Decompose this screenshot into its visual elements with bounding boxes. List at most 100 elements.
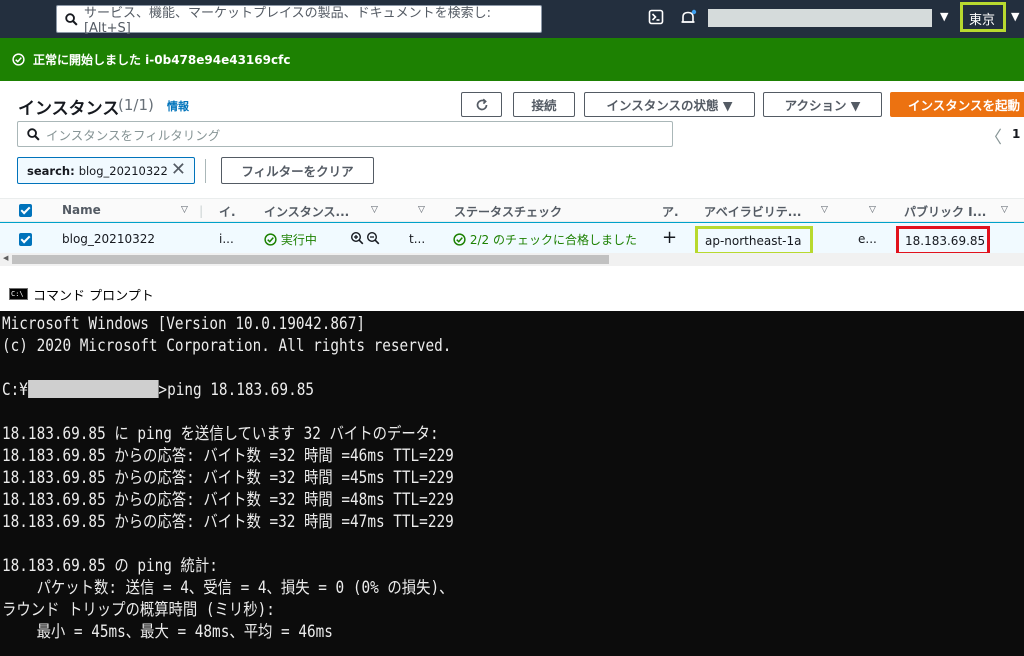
column-header-public-ip[interactable]: パブリック I... (904, 203, 986, 220)
success-flash-banner: 正常に開始しました i-0b478e94e43169cfc (0, 38, 1024, 81)
console-line: 18.183.69.85 からの応答: バイト数 =32 時間 =48ms TT… (2, 490, 454, 509)
account-caret-icon[interactable]: ▼ (940, 10, 948, 23)
global-search-input[interactable]: サービス、機能、マーケットプレイスの製品、ドキュメントを検索し: [Alt+S] (56, 5, 542, 36)
console-prompt-line: C:¥ >ping 18.183.69.85 (2, 379, 891, 401)
account-menu-redacted[interactable] (708, 9, 932, 27)
cloudshell-icon[interactable] (648, 9, 664, 29)
column-divider: | (199, 204, 204, 218)
table-header: Name ▽ | イ. インスタンス... ▽ ▽ ステータスチェック ア. ア… (0, 198, 1024, 222)
cell-public-dns: e... (858, 232, 877, 246)
region-caret-icon[interactable]: ▼ (1011, 10, 1019, 23)
launch-label: インスタンスを起動 (908, 98, 1021, 113)
sort-icon[interactable]: ▽ (181, 205, 188, 215)
connect-label: 接続 (531, 98, 557, 113)
command-prompt-titlebar: C:\ コマンド プロンプト (0, 278, 1024, 310)
token-key: search: (27, 163, 75, 178)
cell-public-ip[interactable]: 18.183.69.85 (905, 234, 985, 248)
instance-filter-input[interactable]: インスタンスをフィルタリング (17, 121, 673, 147)
region-label: 東京 (969, 13, 996, 28)
state-label: 実行中 (280, 233, 317, 247)
add-alarm-icon[interactable]: + (662, 227, 677, 248)
sort-icon[interactable]: ▽ (869, 205, 876, 215)
column-header-name[interactable]: Name (62, 203, 101, 217)
column-header-alarm[interactable]: ア. (662, 203, 679, 220)
flash-message: 正常に開始しました i-0b478e94e43169cfc (33, 53, 291, 67)
column-header-instance-id[interactable]: イ. (219, 203, 236, 220)
previous-page-icon[interactable]: 〈 (985, 123, 1002, 148)
scrollbar-thumb[interactable] (12, 255, 609, 264)
cell-instance-type: t... (409, 232, 426, 246)
console-line: 18.183.69.85 からの応答: バイト数 =32 時間 =46ms TT… (2, 446, 454, 465)
filter-placeholder: インスタンスをフィルタリング (46, 127, 221, 143)
clear-filters-label: フィルターをクリア (241, 164, 354, 179)
row-checkbox[interactable] (19, 233, 32, 246)
prompt-command: >ping 18.183.69.85 (158, 380, 315, 399)
cell-public-ip-highlight: 18.183.69.85 (896, 226, 990, 255)
top-navigation-bar: サービス、機能、マーケットプレイスの製品、ドキュメントを検索し: [Alt+S]… (0, 0, 1024, 38)
zoom-out-icon[interactable] (366, 231, 380, 248)
column-header-status-check[interactable]: ステータスチェック (454, 203, 562, 220)
divider (205, 159, 206, 183)
running-check-icon (264, 233, 277, 246)
page-number[interactable]: 1 (1012, 127, 1020, 141)
notification-bell-icon[interactable] (679, 9, 697, 31)
instance-state-button[interactable]: インスタンスの状態 ▼ (584, 92, 755, 117)
cell-name: blog_20210322 (62, 232, 155, 246)
sort-icon[interactable]: ▽ (371, 205, 378, 215)
cell-instance-id[interactable]: i... (219, 232, 234, 246)
console-line: パケット数: 送信 = 4、受信 = 4、損失 = 0 (0% の損失)、 (2, 578, 454, 597)
refresh-button[interactable] (461, 92, 502, 117)
console-line: ラウンド トリップの概算時間 (ミリ秒): (2, 600, 275, 619)
info-link[interactable]: 情報 (167, 98, 189, 114)
launch-instance-button[interactable]: インスタンスを起動 (890, 92, 1024, 117)
search-icon (65, 12, 78, 26)
console-line: 18.183.69.85 からの応答: バイト数 =32 時間 =45ms TT… (2, 468, 454, 487)
horizontal-scrollbar[interactable]: ◀ (0, 253, 1024, 266)
console-line: 18.183.69.85 の ping 統計: (2, 556, 218, 575)
scroll-left-icon[interactable]: ◀ (3, 254, 8, 262)
refresh-icon (476, 98, 487, 110)
sort-icon[interactable]: ▽ (418, 205, 425, 215)
clear-filters-button[interactable]: フィルターをクリア (221, 157, 374, 184)
cell-availability-zone-highlight: ap-northeast-1a (695, 226, 813, 255)
status-check-label: 2/2 のチェックに合格しました (469, 233, 637, 247)
cell-status-check: 2/2 のチェックに合格しました (453, 231, 637, 248)
column-header-availability-zone[interactable]: アベイラビリテ... (704, 203, 801, 220)
remove-token-icon[interactable]: ✕ (171, 159, 186, 180)
actions-button[interactable]: アクション ▼ (763, 92, 882, 117)
success-check-icon (12, 53, 25, 66)
sort-icon[interactable]: ▽ (1001, 205, 1008, 215)
token-value: blog_20210322 (78, 163, 168, 178)
prompt-prefix: C:¥ (2, 380, 28, 399)
connect-button[interactable]: 接続 (513, 92, 575, 117)
redacted-path (27, 380, 159, 398)
cell-availability-zone: ap-northeast-1a (705, 234, 802, 248)
column-header-instance-type[interactable]: インスタンス... (264, 203, 349, 220)
console-line: 18.183.69.85 からの応答: バイト数 =32 時間 =47ms TT… (2, 512, 454, 531)
instance-count: (1/1) (118, 96, 154, 114)
region-selector[interactable]: 東京 (960, 2, 1006, 32)
console-line: 18.183.69.85 に ping を送信しています 32 バイトのデータ: (2, 424, 439, 443)
console-line: (c) 2020 Microsoft Corporation. All righ… (2, 336, 452, 355)
zoom-in-icon[interactable] (350, 231, 364, 248)
search-icon (27, 127, 40, 141)
actions-label: アクション ▼ (784, 98, 861, 113)
select-all-checkbox[interactable] (19, 204, 32, 217)
console-line: Microsoft Windows [Version 10.0.19042.86… (2, 314, 365, 333)
instance-state-label: インスタンスの状態 ▼ (606, 98, 733, 113)
instances-panel: インスタンス (1/1) 情報 接続 インスタンスの状態 ▼ アクション ▼ イ… (0, 81, 1024, 267)
command-prompt-icon: C:\ (9, 288, 28, 300)
search-placeholder: サービス、機能、マーケットプレイスの製品、ドキュメントを検索し: [Alt+S] (83, 6, 491, 36)
command-prompt-console[interactable]: Microsoft Windows [Version 10.0.19042.86… (0, 311, 1024, 656)
status-check-icon (453, 233, 466, 246)
cell-instance-state: 実行中 (264, 231, 317, 248)
sort-icon[interactable]: ▽ (821, 205, 828, 215)
console-line: 最小 = 45ms、最大 = 48ms、平均 = 46ms (2, 622, 333, 641)
command-prompt-title: コマンド プロンプト (33, 288, 154, 304)
filter-token: search: blog_20210322 ✕ (17, 157, 195, 184)
table-row[interactable]: blog_20210322 i... 実行中 t... 2/2 のチェックに合格… (0, 222, 1024, 257)
page-title: インスタンス (18, 99, 120, 119)
